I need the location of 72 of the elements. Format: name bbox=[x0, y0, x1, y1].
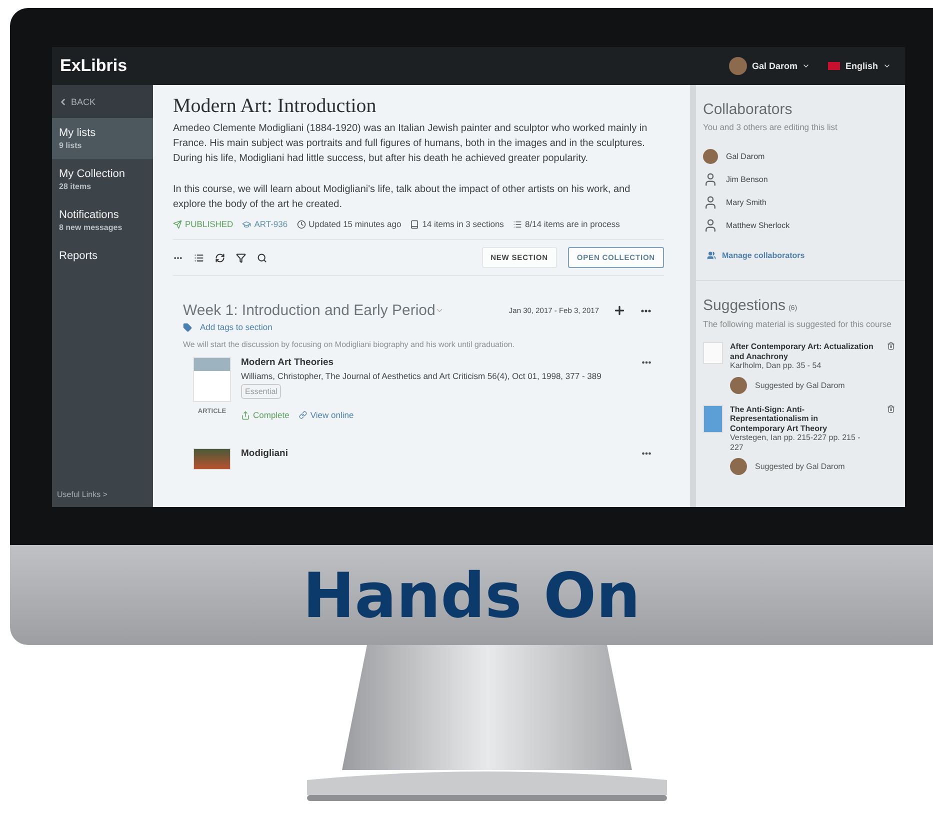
description-text: Amedeo Clemente Modigliani (1884-1920) was an Italian Jewish painter and sculptor who worked mainly in France. His main subject was portraits and full figures of humans, both in the images and in the sculptures. During his life, Modigliani had little success, but after his death he achieved greater popularity. bbox=[173, 122, 648, 166]
meta-text: 8/14 items are in process bbox=[524, 219, 620, 230]
filter-icon[interactable] bbox=[236, 252, 246, 263]
sidebar-item[interactable]: My Collection 28 items bbox=[52, 159, 153, 200]
suggestion-title[interactable]: After Contemporary Art: Actualization and Anachrony bbox=[730, 342, 874, 361]
chevron-left-icon bbox=[58, 96, 68, 106]
suggestions-subtitle: The following material is suggested for this course bbox=[703, 318, 893, 330]
trash-icon[interactable] bbox=[887, 342, 895, 352]
suggestions-title: Suggestions bbox=[703, 297, 786, 314]
meta-text: Updated 15 minutes ago bbox=[308, 219, 402, 230]
item-citation: Williams, Christopher, The Journal of Aesthetics and Art Criticism 56(4), Oct 01, 1998, 377 - 389 bbox=[241, 371, 602, 382]
view-online-link[interactable]: View online bbox=[299, 410, 354, 420]
suggestion-author: Verstegen, Ian pp. 215-227 pp. 215 - 227 bbox=[730, 433, 862, 452]
section-title: Week 1: Introduction and Early Period bbox=[183, 302, 436, 320]
description-text: In this course, we will learn about Modigliani's life, talk about the impact of other artists on his work, and explore the body of the art he created. bbox=[173, 182, 632, 212]
meta-text: PUBLISHED bbox=[185, 219, 234, 230]
banner-text: Hands On bbox=[302, 558, 640, 632]
avatar-icon bbox=[730, 458, 747, 475]
suggested-by-text: Suggested by Gal Darom bbox=[755, 462, 845, 471]
book-icon bbox=[410, 220, 420, 229]
document-thumbnail bbox=[703, 342, 723, 364]
back-button[interactable]: BACK bbox=[52, 85, 153, 118]
suggestion-author: Karlholm, Dan pp. 35 - 54 bbox=[730, 361, 822, 370]
book-cover-thumbnail bbox=[703, 404, 723, 432]
collaborators-title: Collaborators bbox=[703, 101, 794, 118]
user-icon bbox=[703, 172, 718, 187]
users-icon bbox=[707, 251, 716, 260]
logo: ExLibris bbox=[60, 56, 128, 76]
user-icon bbox=[703, 195, 718, 210]
link-icon bbox=[299, 411, 308, 420]
collaborator-name: Matthew Sherlock bbox=[726, 221, 790, 230]
add-icon[interactable] bbox=[613, 304, 626, 318]
trash-icon[interactable] bbox=[887, 404, 895, 414]
user-icon bbox=[703, 218, 718, 233]
suggested-by-text: Suggested by Gal Darom bbox=[755, 380, 845, 390]
sidebar-item[interactable]: Reports bbox=[52, 241, 153, 271]
meta-text: ART-936 bbox=[254, 219, 288, 230]
language-menu[interactable]: English bbox=[828, 61, 891, 71]
sidebar-item[interactable]: Notifications 8 new messages bbox=[52, 200, 153, 241]
useful-links-link[interactable]: Useful Links > bbox=[52, 482, 153, 507]
suggestion-title[interactable]: The Anti-Sign: Anti-Representationalism in Contemporary Art Theory bbox=[730, 404, 874, 433]
caret-icon bbox=[802, 62, 810, 70]
paper-plane-icon bbox=[173, 220, 182, 229]
user-menu[interactable]: Gal Darom bbox=[728, 57, 810, 75]
search-icon[interactable] bbox=[257, 252, 267, 263]
collaborator-name: Mary Smith bbox=[726, 198, 766, 207]
painting-thumbnail bbox=[193, 448, 231, 470]
section-description: We will start the discussion by focusing on Modigliani biography and his work until graduation. bbox=[183, 340, 516, 350]
list-icon[interactable] bbox=[194, 252, 204, 263]
tag-icon bbox=[183, 322, 192, 332]
collaborator-name: Jim Benson bbox=[726, 175, 768, 184]
item-title[interactable]: Modigliani bbox=[241, 448, 288, 460]
meta-text: 14 items in 3 sections bbox=[422, 219, 504, 230]
sidebar-item[interactable]: My lists 9 lists bbox=[52, 118, 153, 159]
add-tags-link[interactable]: Add tags to section bbox=[183, 322, 652, 332]
list-icon bbox=[512, 220, 522, 229]
caret-icon bbox=[883, 62, 891, 70]
clock-icon bbox=[296, 220, 306, 229]
item-title[interactable]: Modern Art Theories bbox=[241, 357, 334, 368]
avatar-icon bbox=[703, 149, 718, 164]
avatar-icon bbox=[730, 376, 747, 394]
avatar-icon bbox=[728, 57, 747, 75]
document-thumbnail bbox=[193, 357, 231, 402]
item-tag: Essential bbox=[241, 384, 282, 400]
refresh-icon[interactable] bbox=[215, 252, 225, 263]
flag-icon bbox=[828, 62, 840, 70]
collaborator-name: Gal Darom bbox=[726, 152, 765, 161]
graduation-cap-icon bbox=[242, 220, 252, 229]
manage-collaborators-link[interactable]: Manage collaborators bbox=[707, 251, 895, 260]
collaborators-subtitle: You and 3 others are editing this list bbox=[703, 121, 838, 133]
share-arrow-icon bbox=[241, 410, 250, 420]
page-title: Modern Art: Introduction bbox=[173, 95, 378, 118]
